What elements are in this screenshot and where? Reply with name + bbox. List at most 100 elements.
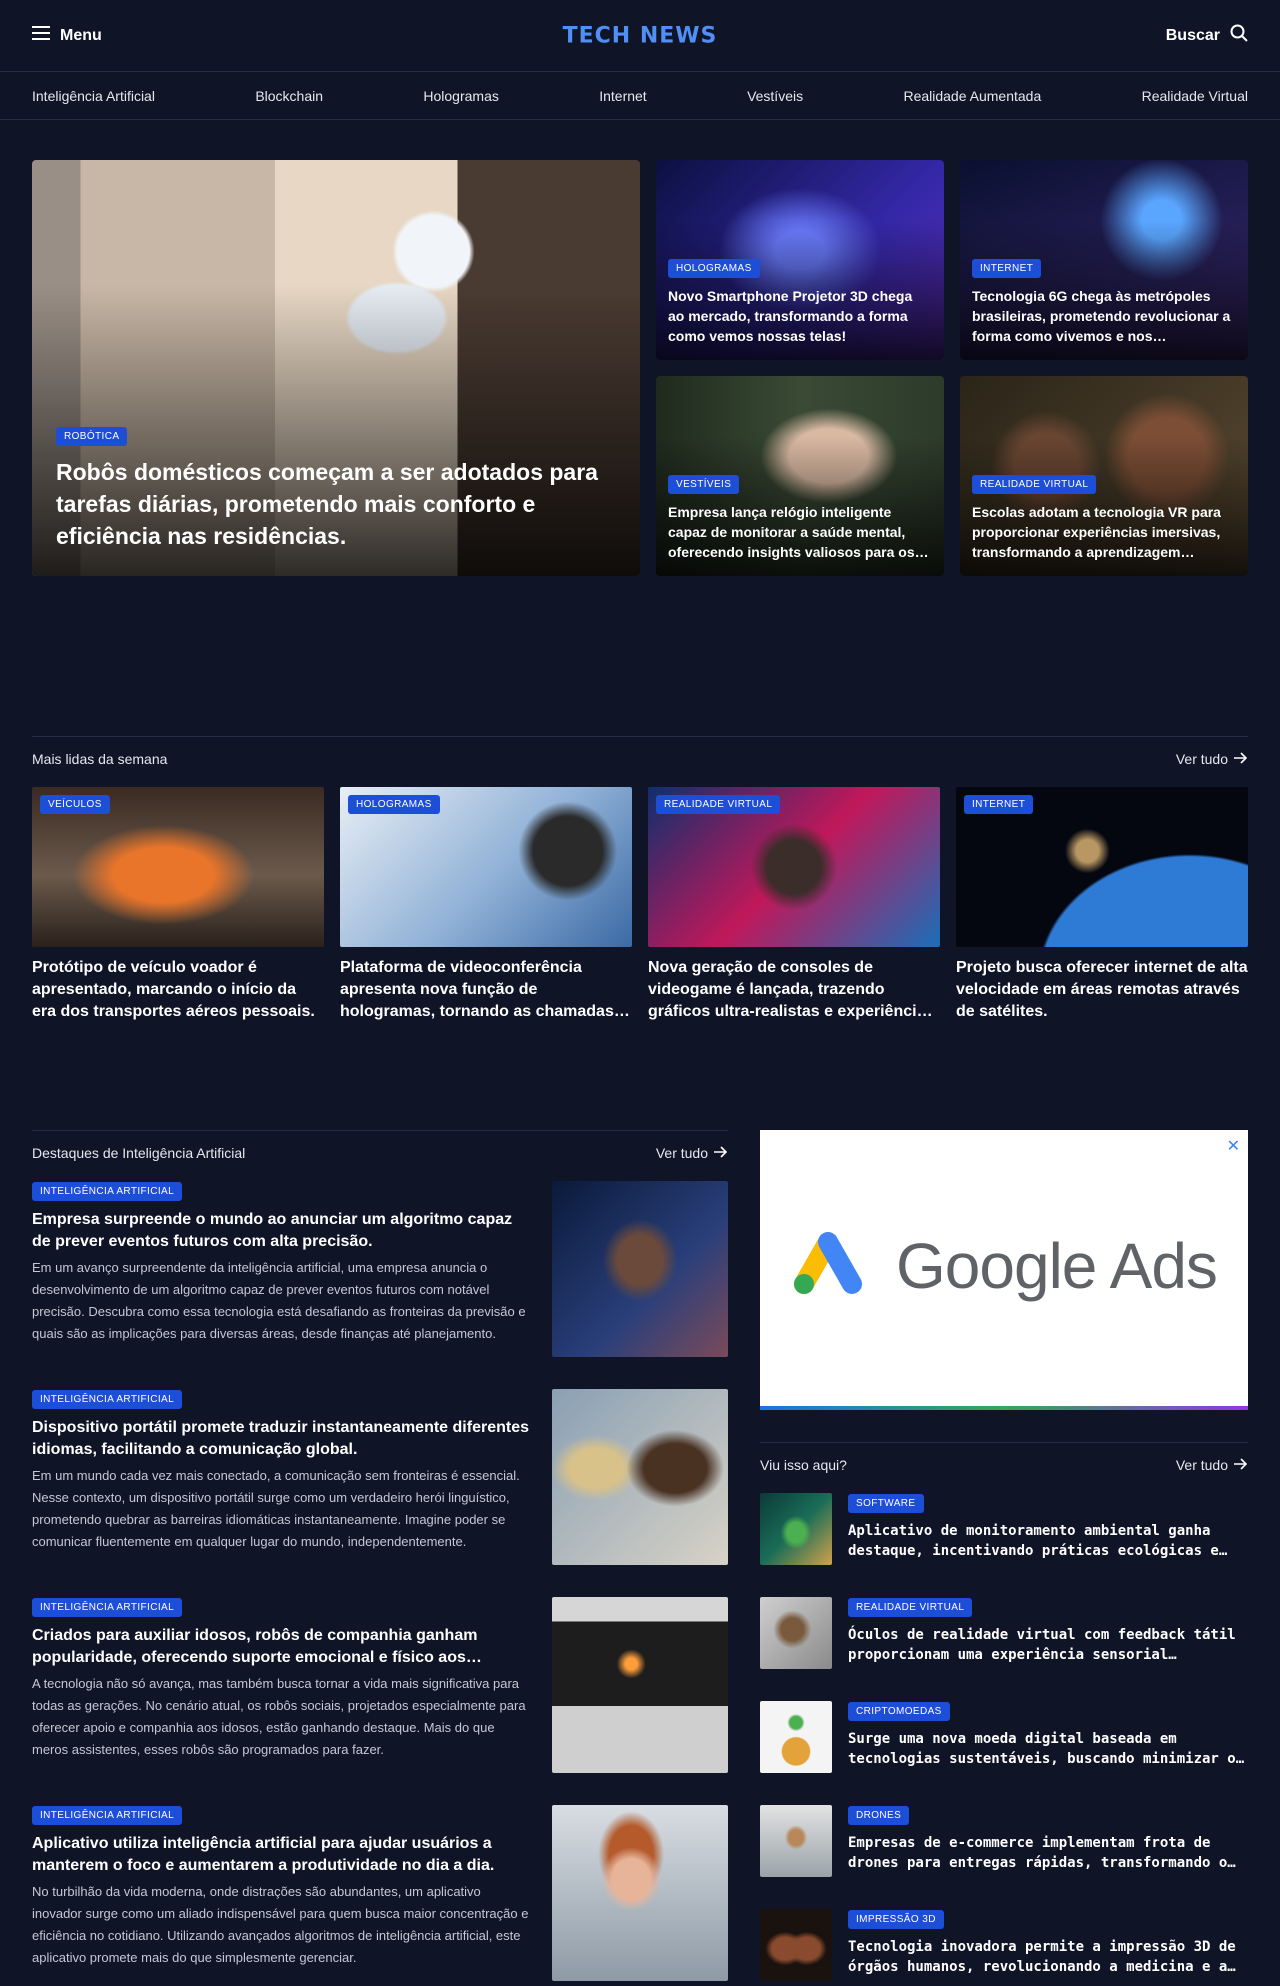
article-title[interactable]: Dispositivo portátil promete traduzir in…: [32, 1417, 532, 1461]
category-badge[interactable]: INTELIGÊNCIA ARTIFICIAL: [32, 1806, 183, 1825]
article-card[interactable]: VEÍCULOS Protótipo de veículo voador é a…: [32, 787, 324, 1023]
article-title[interactable]: Empresas de e-commerce implementam frota…: [848, 1833, 1248, 1873]
article-image[interactable]: [552, 1181, 728, 1357]
card-text: REALIDADE VIRTUAL Escolas adotam a tecno…: [972, 474, 1236, 562]
category-badge[interactable]: HOLOGRAMAS: [348, 795, 440, 814]
article-title[interactable]: Óculos de realidade virtual com feedback…: [848, 1625, 1248, 1665]
list-item[interactable]: SOFTWARE Aplicativo de monitoramento amb…: [760, 1493, 1248, 1565]
article-title[interactable]: Projeto busca oferecer internet de alta …: [956, 957, 1248, 1023]
list-item-text: INTELIGÊNCIA ARTIFICIAL Empresa surpreen…: [32, 1181, 532, 1357]
category-badge[interactable]: REALIDADE VIRTUAL: [972, 475, 1097, 494]
see-all-label: Ver tudo: [655, 1145, 708, 1161]
search-label: Buscar: [1165, 26, 1220, 44]
category-badge[interactable]: IMPRESSÃO 3D: [848, 1910, 944, 1929]
sidebar: ✕ Google Ads Viu isso aqui? Ver tudo SOF…: [760, 1130, 1248, 1986]
article-image[interactable]: VEÍCULOS: [32, 787, 324, 947]
nav-item-inteligencia-artificial[interactable]: Inteligência Artificial: [32, 88, 155, 104]
hero-side-card[interactable]: HOLOGRAMAS Novo Smartphone Projetor 3D c…: [656, 160, 944, 360]
article-image[interactable]: [552, 1597, 728, 1773]
article-image[interactable]: INTERNET: [956, 787, 1248, 947]
article-thumbnail[interactable]: [760, 1805, 832, 1877]
see-all-link[interactable]: Ver tudo: [1176, 751, 1248, 767]
nav-item-realidade-virtual[interactable]: Realidade Virtual: [1142, 88, 1248, 104]
section-header: Viu isso aqui? Ver tudo: [760, 1442, 1248, 1473]
bottom-section: Destaques de Inteligência Artificial Ver…: [0, 1130, 1280, 1986]
card-title[interactable]: Novo Smartphone Projetor 3D chega ao mer…: [668, 286, 932, 346]
list-item[interactable]: DRONES Empresas de e-commerce implementa…: [760, 1805, 1248, 1877]
article-thumbnail[interactable]: [760, 1701, 832, 1773]
article-card[interactable]: INTERNET Projeto busca oferecer internet…: [956, 787, 1248, 1023]
list-item-text: DRONES Empresas de e-commerce implementa…: [848, 1805, 1248, 1877]
card-text: VESTÍVEIS Empresa lança relógio intelige…: [668, 474, 932, 562]
card-title[interactable]: Tecnologia 6G chega às metrópoles brasil…: [972, 286, 1236, 346]
list-item[interactable]: INTELIGÊNCIA ARTIFICIAL Aplicativo utili…: [32, 1805, 728, 1981]
category-badge[interactable]: INTERNET: [964, 795, 1034, 814]
hero-side-card[interactable]: REALIDADE VIRTUAL Escolas adotam a tecno…: [960, 376, 1248, 576]
article-thumbnail[interactable]: [760, 1909, 832, 1981]
article-title[interactable]: Empresa surpreende o mundo ao anunciar u…: [32, 1209, 532, 1253]
list-item[interactable]: CRIPTOMOEDAS Surge uma nova moeda digita…: [760, 1701, 1248, 1773]
card-title[interactable]: Escolas adotam a tecnologia VR para prop…: [972, 502, 1236, 562]
nav-item-blockchain[interactable]: Blockchain: [255, 88, 323, 104]
search-button[interactable]: Buscar: [1166, 24, 1248, 47]
category-badge[interactable]: SOFTWARE: [848, 1494, 924, 1513]
see-all-link[interactable]: Ver tudo: [656, 1145, 728, 1161]
category-badge[interactable]: REALIDADE VIRTUAL: [848, 1598, 973, 1617]
list-item[interactable]: REALIDADE VIRTUAL Óculos de realidade vi…: [760, 1597, 1248, 1669]
most-read-section: Mais lidas da semana Ver tudo VEÍCULOS P…: [0, 736, 1280, 1130]
list-item-text: SOFTWARE Aplicativo de monitoramento amb…: [848, 1493, 1248, 1565]
nav-item-hologramas[interactable]: Hologramas: [423, 88, 498, 104]
see-all-link[interactable]: Ver tudo: [1176, 1457, 1248, 1473]
article-image[interactable]: HOLOGRAMAS: [340, 787, 632, 947]
list-item[interactable]: IMPRESSÃO 3D Tecnologia inovadora permit…: [760, 1909, 1248, 1981]
site-logo[interactable]: TECH NEWS: [563, 23, 718, 48]
card-text: INTERNET Tecnologia 6G chega às metrópol…: [972, 258, 1236, 346]
menu-button[interactable]: Menu: [32, 26, 102, 45]
see-all-label: Ver tudo: [1175, 751, 1228, 767]
category-badge[interactable]: DRONES: [848, 1806, 910, 1825]
article-title[interactable]: Tecnologia inovadora permite a impressão…: [848, 1937, 1248, 1977]
hero-side-card[interactable]: VESTÍVEIS Empresa lança relógio intelige…: [656, 376, 944, 576]
article-title[interactable]: Aplicativo de monitoramento ambiental ga…: [848, 1521, 1248, 1561]
article-title[interactable]: Nova geração de consoles de videogame é …: [648, 957, 940, 1023]
article-title[interactable]: Criados para auxiliar idosos, robôs de c…: [32, 1625, 532, 1669]
category-badge[interactable]: REALIDADE VIRTUAL: [656, 795, 781, 814]
card-title[interactable]: Empresa lança relógio inteligente capaz …: [668, 502, 932, 562]
category-badge[interactable]: INTELIGÊNCIA ARTIFICIAL: [32, 1390, 183, 1409]
article-card[interactable]: HOLOGRAMAS Plataforma de videoconferênci…: [340, 787, 632, 1023]
category-badge[interactable]: INTERNET: [972, 259, 1042, 278]
hero-side-col-2: INTERNET Tecnologia 6G chega às metrópol…: [960, 160, 1248, 736]
nav-item-vestiveis[interactable]: Vestíveis: [747, 88, 803, 104]
list-item[interactable]: INTELIGÊNCIA ARTIFICIAL Empresa surpreen…: [32, 1181, 728, 1357]
arrow-right-icon: [1234, 1457, 1248, 1473]
article-thumbnail[interactable]: [760, 1493, 832, 1565]
list-item-text: INTELIGÊNCIA ARTIFICIAL Dispositivo port…: [32, 1389, 532, 1565]
nav-item-realidade-aumentada[interactable]: Realidade Aumentada: [903, 88, 1041, 104]
hero-main-card[interactable]: ROBÓTICA Robôs domésticos começam a ser …: [32, 160, 640, 576]
article-image[interactable]: [552, 1389, 728, 1565]
category-badge[interactable]: INTELIGÊNCIA ARTIFICIAL: [32, 1598, 183, 1617]
article-thumbnail[interactable]: [760, 1597, 832, 1669]
article-card[interactable]: REALIDADE VIRTUAL Nova geração de consol…: [648, 787, 940, 1023]
category-badge[interactable]: VESTÍVEIS: [668, 475, 740, 494]
close-icon[interactable]: ✕: [1227, 1136, 1240, 1156]
list-item-text: INTELIGÊNCIA ARTIFICIAL Aplicativo utili…: [32, 1805, 532, 1981]
list-item[interactable]: INTELIGÊNCIA ARTIFICIAL Dispositivo port…: [32, 1389, 728, 1565]
category-badge[interactable]: CRIPTOMOEDAS: [848, 1702, 950, 1721]
article-title[interactable]: Protótipo de veículo voador é apresentad…: [32, 957, 324, 1023]
category-badge[interactable]: VEÍCULOS: [40, 795, 110, 814]
list-item[interactable]: INTELIGÊNCIA ARTIFICIAL Criados para aux…: [32, 1597, 728, 1773]
article-title[interactable]: Surge uma nova moeda digital baseada em …: [848, 1729, 1248, 1769]
article-image[interactable]: REALIDADE VIRTUAL: [648, 787, 940, 947]
category-badge[interactable]: INTELIGÊNCIA ARTIFICIAL: [32, 1182, 183, 1201]
hero-main-title[interactable]: Robôs domésticos começam a ser adotados …: [56, 456, 600, 552]
category-badge[interactable]: ROBÓTICA: [56, 427, 128, 446]
article-title[interactable]: Plataforma de videoconferência apresenta…: [340, 957, 632, 1023]
category-badge[interactable]: HOLOGRAMAS: [668, 259, 760, 278]
category-nav: Inteligência Artificial Blockchain Holog…: [0, 72, 1280, 120]
nav-item-internet[interactable]: Internet: [599, 88, 646, 104]
ad-banner[interactable]: ✕ Google Ads: [760, 1130, 1248, 1410]
article-title[interactable]: Aplicativo utiliza inteligência artifici…: [32, 1833, 532, 1877]
hero-side-card[interactable]: INTERNET Tecnologia 6G chega às metrópol…: [960, 160, 1248, 360]
article-image[interactable]: [552, 1805, 728, 1981]
